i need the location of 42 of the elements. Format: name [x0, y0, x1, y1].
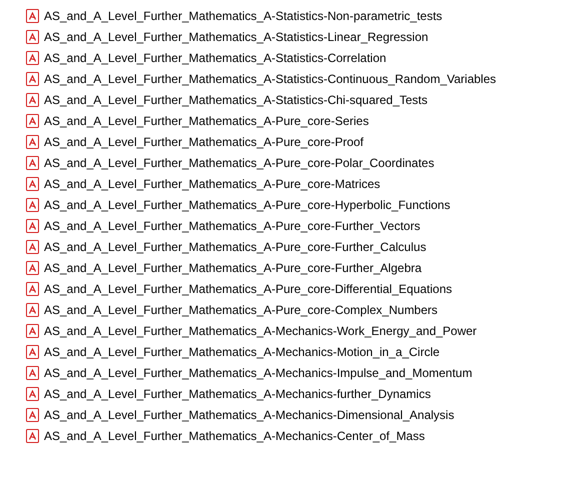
pdf-file-icon [26, 156, 39, 170]
file-name[interactable]: AS_and_A_Level_Further_Mathematics_A-Pure_core-Matrices [44, 176, 380, 190]
pdf-file-icon [26, 176, 39, 190]
pdf-file-icon [26, 198, 39, 212]
file-name[interactable]: AS_and_A_Level_Further_Mathematics_A-Mechanics-Impulse_and_Momentum [44, 366, 472, 380]
file-name[interactable]: AS_and_A_Level_Further_Mathematics_A-Statistics-Non-parametric_tests [44, 8, 442, 22]
file-name[interactable]: AS_and_A_Level_Further_Mathematics_A-Statistics-Correlation [44, 50, 386, 64]
pdf-file-icon [26, 260, 39, 274]
file-name[interactable]: AS_and_A_Level_Further_Mathematics_A-Mechanics-further_Dynamics [44, 386, 431, 400]
pdf-file-icon [26, 344, 39, 358]
file-name[interactable]: AS_and_A_Level_Further_Mathematics_A-Mechanics-Center_of_Mass [44, 428, 425, 442]
file-name[interactable]: AS_and_A_Level_Further_Mathematics_A-Pure_core-Further_Calculus [44, 240, 426, 254]
file-name[interactable]: AS_and_A_Level_Further_Mathematics_A-Pure_core-Hyperbolic_Functions [44, 198, 450, 212]
file-name[interactable]: AS_and_A_Level_Further_Mathematics_A-Pure_core-Polar_Coordinates [44, 156, 434, 170]
file-name[interactable]: AS_and_A_Level_Further_Mathematics_A-Pure_core-Further_Vectors [44, 218, 420, 232]
pdf-file-icon [26, 324, 39, 338]
pdf-file-icon [26, 366, 39, 380]
pdf-file-icon [26, 302, 39, 316]
file-name[interactable]: AS_and_A_Level_Further_Mathematics_A-Pure_core-Proof [44, 134, 364, 148]
file-name[interactable]: AS_and_A_Level_Further_Mathematics_A-Mechanics-Motion_in_a_Circle [44, 344, 440, 358]
file-name[interactable]: AS_and_A_Level_Further_Mathematics_A-Mechanics-Work_Energy_and_Power [44, 324, 477, 338]
pdf-file-icon [26, 134, 39, 148]
file-name[interactable]: AS_and_A_Level_Further_Mathematics_A-Statistics-Continuous_Random_Variables [44, 72, 496, 86]
file-name[interactable]: AS_and_A_Level_Further_Mathematics_A-Pure_core-Further_Algebra [44, 260, 422, 274]
pdf-file-icon [26, 50, 39, 64]
pdf-file-icon [26, 240, 39, 254]
pdf-file-icon [26, 386, 39, 400]
file-name[interactable]: AS_and_A_Level_Further_Mathematics_A-Statistics-Chi-squared_Tests [44, 92, 428, 106]
file-name[interactable]: AS_and_A_Level_Further_Mathematics_A-Pure_core-Complex_Numbers [44, 302, 438, 316]
pdf-file-icon [26, 30, 39, 44]
pdf-file-icon [26, 92, 39, 106]
pdf-file-icon [26, 218, 39, 232]
pdf-file-icon [26, 428, 39, 442]
file-name[interactable]: AS_and_A_Level_Further_Mathematics_A-Statistics-Linear_Regression [44, 30, 428, 44]
file-name[interactable]: AS_and_A_Level_Further_Mathematics_A-Mechanics-Dimensional_Analysis [44, 408, 454, 422]
file-name[interactable]: AS_and_A_Level_Further_Mathematics_A-Pure_core-Series [44, 114, 369, 128]
pdf-file-icon [26, 282, 39, 296]
pdf-file-icon [26, 408, 39, 422]
pdf-file-icon [26, 72, 39, 86]
file-name[interactable]: AS_and_A_Level_Further_Mathematics_A-Pure_core-Differential_Equations [44, 282, 452, 296]
pdf-file-icon [26, 8, 39, 22]
pdf-file-icon [26, 114, 39, 128]
